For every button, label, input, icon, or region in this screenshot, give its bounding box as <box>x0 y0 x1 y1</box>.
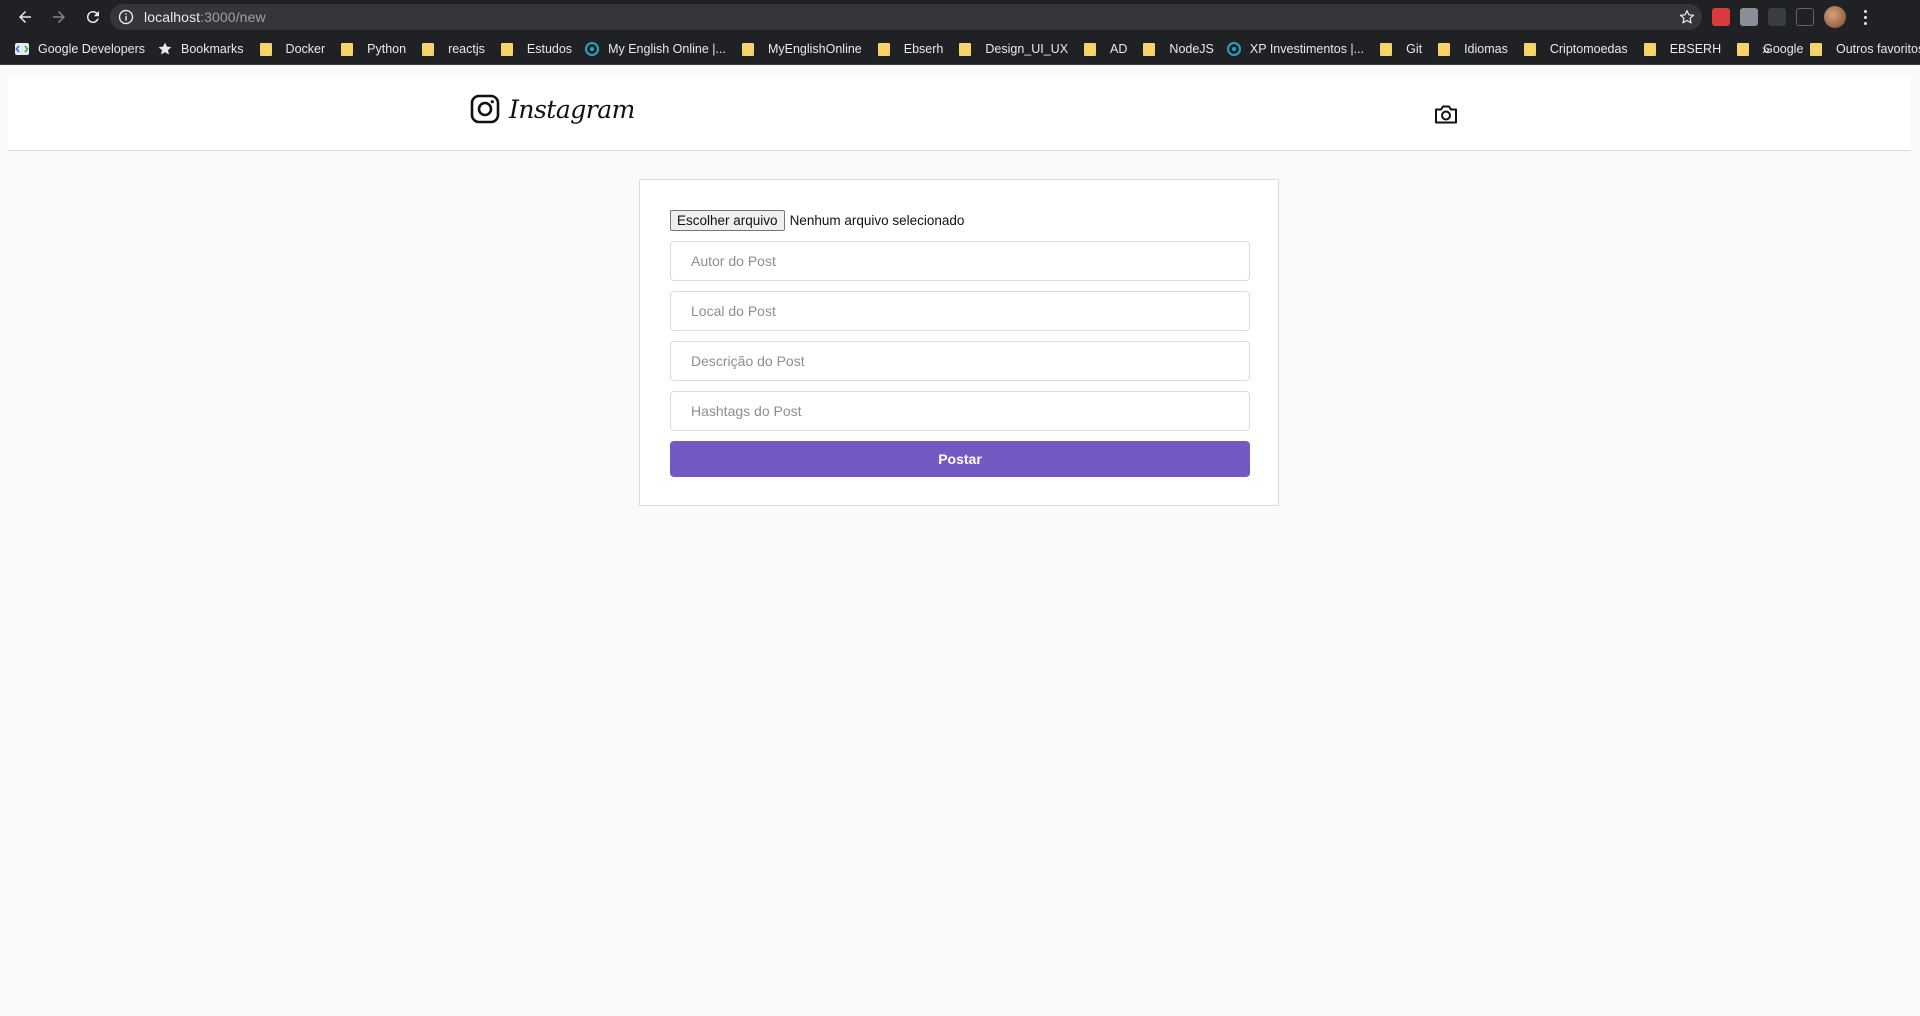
folder-icon <box>1438 42 1451 56</box>
google-developers-icon <box>15 43 29 55</box>
site-icon <box>1226 42 1241 56</box>
bookmark-item[interactable]: Idiomas <box>1434 42 1508 56</box>
folder-icon <box>422 42 435 56</box>
reload-button[interactable] <box>78 2 108 32</box>
bookmark-item[interactable]: Bookmarks <box>157 41 244 57</box>
bookmark-item[interactable]: EBSERH <box>1640 42 1721 56</box>
site-icon <box>585 42 600 56</box>
folder-icon <box>341 42 354 56</box>
bookmark-item[interactable]: Docker <box>256 42 326 56</box>
bookmark-item[interactable]: reactjs <box>418 42 485 56</box>
bookmark-label: Bookmarks <box>181 42 244 56</box>
bookmark-item[interactable]: XP Investimentos |... <box>1226 41 1364 57</box>
extensions-area <box>1712 6 1874 28</box>
extension-wave-icon[interactable] <box>1768 8 1786 26</box>
bookmark-label: My English Online |... <box>608 42 726 56</box>
bookmark-label: Idiomas <box>1464 42 1508 56</box>
bookmark-item[interactable]: Design_UI_UX <box>955 42 1068 56</box>
star-icon <box>158 42 172 55</box>
bookmark-item[interactable]: Git <box>1376 42 1422 56</box>
place-input[interactable] <box>670 291 1250 331</box>
extension-red-icon[interactable] <box>1712 8 1730 26</box>
logo[interactable]: Instagram <box>470 94 635 124</box>
bookmark-item[interactable]: MyEnglishOnline <box>738 42 862 56</box>
bookmarks-bar: Google Developers Bookmarks Docker Python re… <box>0 34 1920 65</box>
hashtags-input[interactable] <box>670 391 1250 431</box>
extension-shield-icon[interactable] <box>1740 8 1758 26</box>
bookmark-label: Google Developers <box>38 42 146 56</box>
file-picker: Escolher arquivo Nenhum arquivo selecion… <box>670 210 964 231</box>
folder-icon <box>1643 42 1656 56</box>
folder-icon <box>500 42 513 56</box>
bookmark-item[interactable]: Python <box>337 42 406 56</box>
bookmark-star-icon[interactable] <box>1678 8 1696 26</box>
bookmark-item[interactable]: NodeJS <box>1139 42 1214 56</box>
browser-menu-icon[interactable] <box>1856 8 1874 26</box>
arrow-right-icon <box>53 11 65 23</box>
bookmark-label: NodeJS <box>1169 42 1214 56</box>
bookmark-label: Git <box>1406 42 1423 56</box>
bookmark-item[interactable]: AD <box>1080 42 1127 56</box>
bookmark-item[interactable]: Ebserh <box>874 42 944 56</box>
bookmark-label: XP Investimentos |... <box>1249 42 1365 56</box>
author-input[interactable] <box>670 241 1250 281</box>
bookmark-label: Docker <box>285 42 326 56</box>
bookmark-item[interactable]: Estudos <box>497 42 572 56</box>
folder-icon <box>1523 42 1536 56</box>
bookmark-label: EBSERH <box>1669 42 1722 56</box>
forward-button[interactable] <box>44 2 74 32</box>
address-bar[interactable]: localhost:3000/new <box>110 4 1702 30</box>
page: Instagram Escolher arquivo Nenhum arquiv… <box>0 65 1920 1016</box>
app-header: Instagram <box>8 77 1911 151</box>
file-status: Nenhum arquivo selecionado <box>789 213 965 228</box>
url-host: localhost <box>144 9 201 25</box>
url-path: :3000/new <box>200 9 266 25</box>
folder-icon <box>259 42 272 56</box>
folder-icon <box>877 42 890 56</box>
other-bookmarks-label: Outros favoritos <box>1836 42 1920 56</box>
bookmark-label: MyEnglishOnline <box>767 42 862 56</box>
bookmark-label: Python <box>367 42 407 56</box>
arrow-left-icon <box>19 11 31 23</box>
folder-icon <box>1810 42 1822 56</box>
bookmark-item[interactable]: My English Online |... <box>584 41 726 57</box>
url-text: localhost:3000/new <box>144 9 266 25</box>
new-post-form: Escolher arquivo Nenhum arquivo selecion… <box>639 179 1279 506</box>
bookmark-label: AD <box>1110 42 1128 56</box>
bookmark-label: Ebserh <box>903 42 944 56</box>
other-bookmarks[interactable]: Outros favoritos <box>1806 34 1920 64</box>
bookmark-label: reactjs <box>448 42 485 56</box>
info-icon <box>118 9 134 25</box>
bookmark-item[interactable]: Criptomoedas <box>1520 42 1628 56</box>
folder-icon <box>1143 42 1156 56</box>
profile-avatar[interactable] <box>1824 6 1846 28</box>
instagram-icon <box>470 94 500 124</box>
camera-icon[interactable] <box>1433 101 1459 127</box>
logo-text: Instagram <box>509 94 635 124</box>
back-button[interactable] <box>10 2 40 32</box>
browser-toolbar: localhost:3000/new <box>0 0 1920 34</box>
description-input[interactable] <box>670 341 1250 381</box>
folder-icon <box>1737 42 1750 56</box>
choose-file-button[interactable]: Escolher arquivo <box>670 210 785 231</box>
extension-pen-icon[interactable] <box>1796 8 1814 26</box>
post-button[interactable]: Postar <box>670 441 1250 477</box>
bookmark-label: Design_UI_UX <box>985 42 1069 56</box>
bookmark-label: Criptomoedas <box>1549 42 1628 56</box>
bookmark-label: Estudos <box>526 42 573 56</box>
reload-icon <box>86 11 99 24</box>
folder-icon <box>741 42 754 56</box>
bookmarks-overflow-button[interactable]: » <box>1762 41 1770 57</box>
folder-icon <box>959 42 972 56</box>
bookmark-item[interactable]: Google Developers <box>14 41 145 57</box>
folder-icon <box>1380 42 1393 56</box>
folder-icon <box>1084 42 1097 56</box>
